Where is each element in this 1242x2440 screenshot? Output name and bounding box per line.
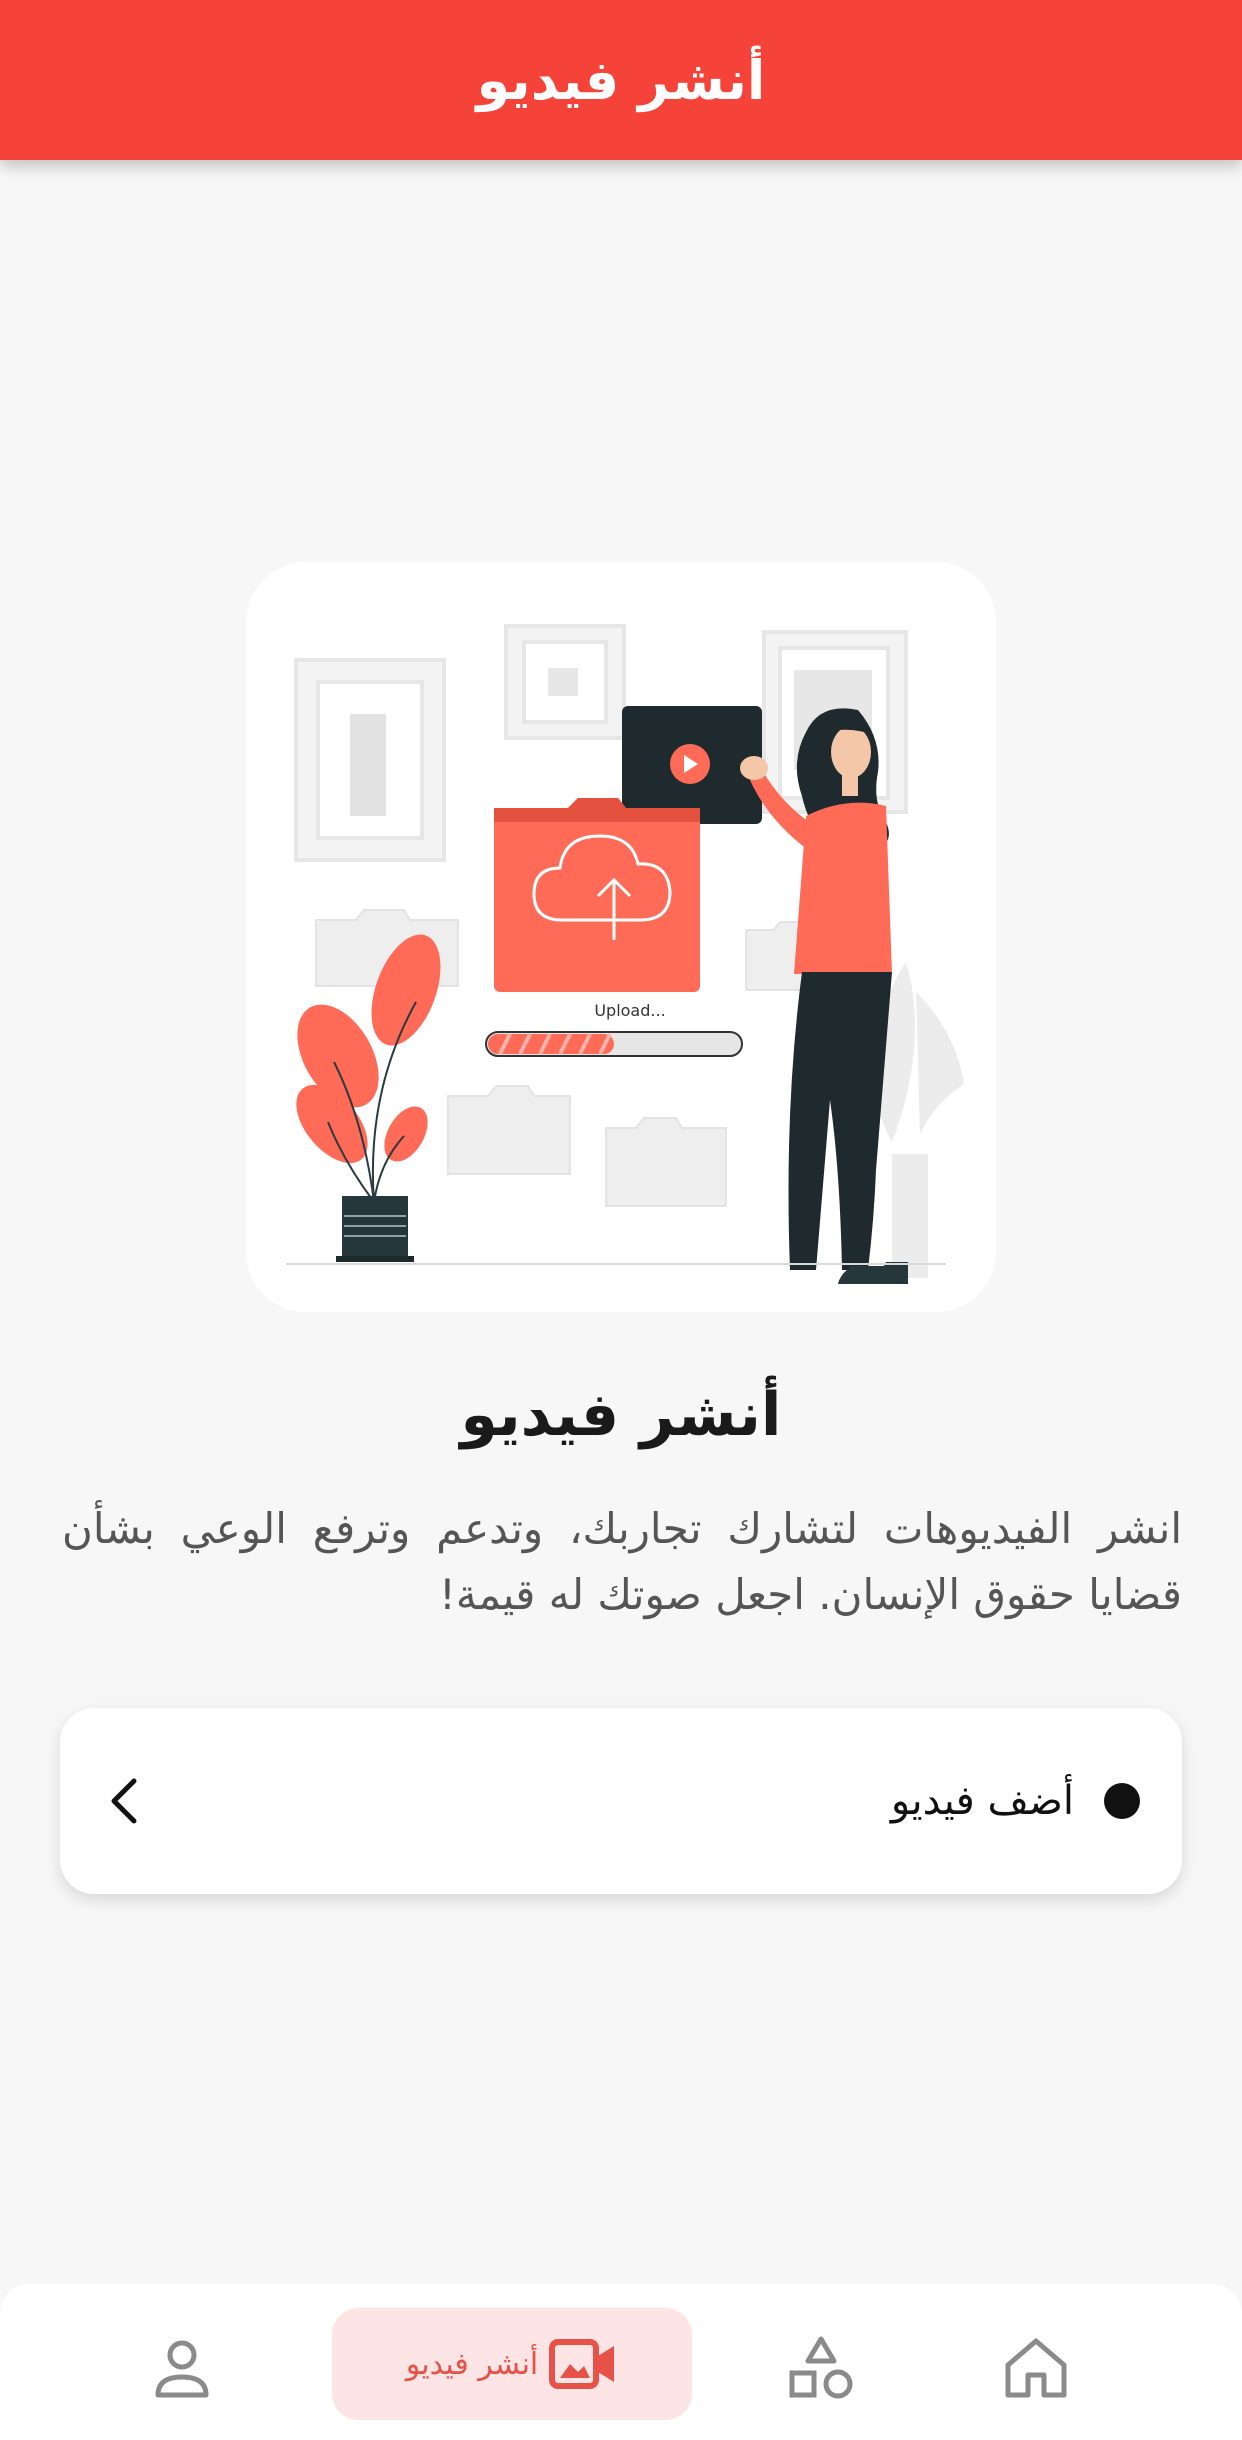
add-video-card[interactable]: أضف فيديو — [60, 1708, 1182, 1894]
headline: أنشر فيديو — [460, 1380, 782, 1450]
app-bar: أنشر فيديو — [0, 0, 1242, 160]
video-icon — [549, 2339, 615, 2389]
person-icon — [155, 2340, 209, 2398]
upload-illustration: Upload... — [286, 624, 964, 1284]
chevron-left-icon — [111, 1778, 137, 1824]
shapes-icon — [789, 2336, 853, 2399]
nav-item-home[interactable] — [996, 2330, 1076, 2406]
hero-illustration-card: Upload... — [246, 562, 996, 1312]
bottom-navigation: أنشر فيديو — [0, 2284, 1242, 2440]
nav-item-profile[interactable] — [142, 2334, 222, 2404]
nav-item-post-video[interactable]: أنشر فيديو — [332, 2308, 692, 2420]
bullet-dot-icon — [1104, 1783, 1140, 1819]
home-icon — [1005, 2338, 1067, 2398]
nav-post-label: أنشر فيديو — [405, 2346, 539, 2382]
add-video-label: أضف فيديو — [890, 1778, 1074, 1824]
app-bar-title: أنشر فيديو — [476, 48, 766, 112]
description-text: انشر الفيديوهات لتشارك تجاربك، وتدعم وتر… — [62, 1504, 1182, 1619]
nav-item-categories[interactable] — [776, 2330, 866, 2406]
pot — [336, 1196, 414, 1262]
upload-progress-text: Upload... — [594, 1001, 665, 1020]
